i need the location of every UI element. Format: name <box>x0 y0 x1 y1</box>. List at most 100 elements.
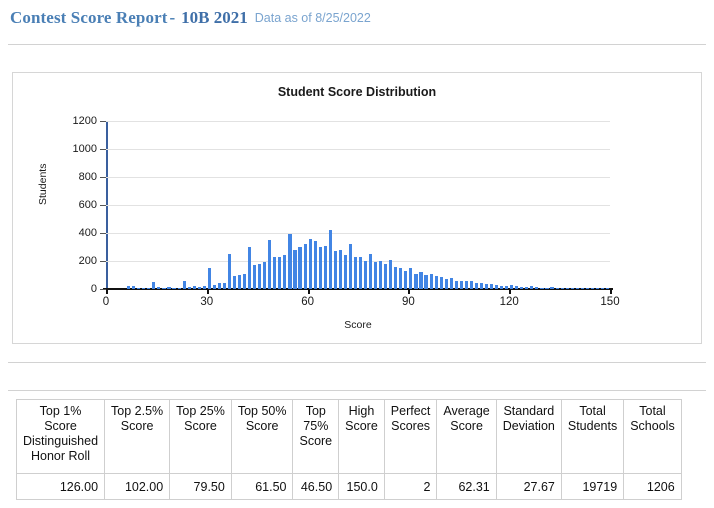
histogram-bar <box>167 287 170 289</box>
x-axis-tick <box>207 289 209 294</box>
histogram-bar <box>571 288 574 289</box>
y-axis-tick-label: 1000 <box>73 143 97 155</box>
table-column-header-line: 75% <box>299 419 332 434</box>
table-column-header-line: Students <box>568 419 617 434</box>
x-axis-tick <box>509 289 511 294</box>
histogram-bar <box>465 281 468 289</box>
histogram-bar <box>475 283 478 289</box>
histogram-bar <box>283 255 286 289</box>
table-column-header-line: Average <box>443 404 489 419</box>
histogram-bar <box>556 288 559 289</box>
histogram-bar <box>530 286 533 289</box>
x-axis-title: Score <box>106 319 610 331</box>
y-axis-tick <box>100 233 106 234</box>
histogram-bar <box>495 285 498 289</box>
table-column-header-line: Score <box>23 419 98 434</box>
table-column-header-line: Standard <box>503 404 555 419</box>
table-column-header-line: Perfect <box>391 404 431 419</box>
x-axis-tick-label: 150 <box>600 296 619 308</box>
table-header-row: Top 1%ScoreDistinguishedHonor RollTop 2.… <box>17 400 682 474</box>
histogram-bar <box>566 288 569 289</box>
histogram-bar <box>208 268 211 289</box>
table-column-header-line: Honor Roll <box>23 449 98 464</box>
histogram-bar <box>349 244 352 289</box>
histogram-bar <box>309 239 312 289</box>
table-column-header: TotalSchools <box>624 400 681 474</box>
y-axis-tick-label: 0 <box>91 283 97 295</box>
y-axis-tick <box>100 205 106 206</box>
table-column-header: Top 50%Score <box>231 400 293 474</box>
table-column-header-line: Score <box>345 419 378 434</box>
histogram-bar <box>394 267 397 289</box>
header-divider <box>8 44 706 45</box>
histogram-bar <box>430 274 433 289</box>
section-divider-1 <box>8 362 706 363</box>
table-column-header-line: Score <box>299 434 332 449</box>
table-column-header-line: Score <box>443 419 489 434</box>
table-cell: 2 <box>384 474 437 500</box>
histogram-bar <box>540 288 543 289</box>
histogram-bar <box>374 262 377 289</box>
table-body: 126.00102.0079.5061.5046.50150.0262.3127… <box>17 474 682 500</box>
table-column-header-line: Score <box>111 419 163 434</box>
histogram-bar <box>288 234 291 289</box>
histogram-bar <box>460 281 463 289</box>
histogram-bar <box>520 287 523 289</box>
x-axis-tick <box>408 289 410 294</box>
histogram-bar <box>450 278 453 289</box>
histogram-bar <box>127 286 130 289</box>
histogram-bar <box>137 288 140 289</box>
histogram-bar <box>213 285 216 289</box>
table-column-header-line: Total <box>568 404 617 419</box>
histogram-bar <box>142 288 145 289</box>
histogram-bar <box>545 288 548 289</box>
y-axis-tick-label: 1200 <box>73 115 97 127</box>
histogram-bar <box>535 287 538 289</box>
histogram-bar <box>384 264 387 289</box>
table-row: 126.00102.0079.5061.5046.50150.0262.3127… <box>17 474 682 500</box>
histogram-bar <box>152 282 155 289</box>
histogram-bar <box>132 286 135 289</box>
table-cell: 102.00 <box>105 474 170 500</box>
histogram-bar <box>203 286 206 289</box>
histogram-bar <box>525 287 528 289</box>
summary-stats-table: Top 1%ScoreDistinguishedHonor RollTop 2.… <box>16 399 682 500</box>
histogram-bar <box>445 279 448 289</box>
title-separator: - <box>167 8 177 27</box>
histogram-bar <box>198 287 201 289</box>
table-cell: 62.31 <box>437 474 496 500</box>
x-axis-tick <box>308 289 310 294</box>
x-axis-tick <box>610 289 612 294</box>
histogram-bar <box>278 257 281 289</box>
table-column-header: TotalStudents <box>561 400 623 474</box>
contest-season-label: 10B 2021 <box>177 8 248 27</box>
y-axis-tick <box>100 261 106 262</box>
histogram-bar <box>157 287 160 289</box>
table-column-header: Top75%Score <box>293 400 339 474</box>
histogram-bar <box>500 286 503 290</box>
table-column-header: PerfectScores <box>384 400 437 474</box>
histogram-bar <box>223 283 226 289</box>
histogram-bar <box>369 254 372 289</box>
x-axis-tick-label: 60 <box>301 296 314 308</box>
histogram-bar <box>515 286 518 289</box>
table-cell: 61.50 <box>231 474 293 500</box>
histogram-bar <box>268 240 271 289</box>
histogram-bar <box>193 286 196 289</box>
y-axis-tick <box>100 121 106 122</box>
histogram-bar <box>248 247 251 289</box>
table-column-header-line: Score <box>238 419 287 434</box>
histogram-bar <box>147 288 150 289</box>
x-axis-tick-label: 0 <box>103 296 109 308</box>
histogram-bar <box>178 288 181 289</box>
chart-title: Student Score Distribution <box>13 85 701 99</box>
histogram-bar <box>586 288 589 289</box>
histogram-bar <box>419 272 422 289</box>
histogram-bar <box>399 268 402 289</box>
y-axis-tick-label: 800 <box>79 171 97 183</box>
report-page: Contest Score Report-10B 2021Data as of … <box>0 0 714 508</box>
histogram-bar <box>424 275 427 289</box>
histogram-bar <box>601 288 604 289</box>
table-column-header-line: High <box>345 404 378 419</box>
histogram-bar <box>354 257 357 289</box>
